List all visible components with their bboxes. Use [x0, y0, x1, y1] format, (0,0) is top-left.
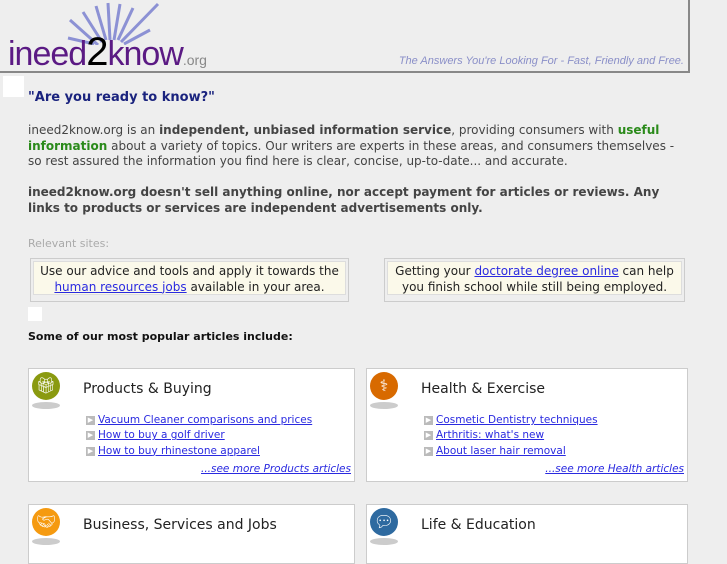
- arrow-bullet-icon: ▶: [86, 446, 95, 456]
- ad-text: Use our advice and tools and apply it to…: [40, 264, 339, 278]
- icon-shadow: [32, 538, 60, 545]
- ad-box-doctorate: Getting your doctorate degree online can…: [384, 258, 685, 302]
- text: ineed2know.org is an: [28, 123, 160, 137]
- doctorate-degree-link[interactable]: doctorate degree online: [474, 264, 618, 278]
- article-link[interactable]: About laser hair removal: [436, 445, 566, 457]
- logo-two: 2: [86, 30, 108, 74]
- site-header: ineed2know.org The Answers You're Lookin…: [0, 0, 690, 74]
- category-card-life: 💬︎ Life & Education: [366, 504, 688, 564]
- relevant-sites-label: Relevant sites:: [28, 237, 110, 250]
- icon-shadow: [32, 402, 60, 409]
- article-link[interactable]: Vacuum Cleaner comparisons and prices: [98, 414, 312, 426]
- category-card-products: 🎁︎ Products & Buying ▶ Vacuum Cleaner com…: [28, 368, 355, 482]
- logo-org: .org: [182, 52, 207, 68]
- placeholder-image: [28, 307, 42, 321]
- handshake-icon: 🤝︎: [32, 508, 60, 536]
- article-link[interactable]: How to buy rhinestone apparel: [98, 445, 260, 457]
- page-heading: "Are you ready to know?": [28, 90, 215, 105]
- intro-paragraph: ineed2know.org is an independent, unbias…: [28, 123, 688, 170]
- arrow-bullet-icon: ▶: [424, 416, 433, 425]
- article-link[interactable]: How to buy a golf driver: [98, 429, 225, 441]
- article-link[interactable]: Arthritis: what's new: [436, 429, 544, 441]
- logo-text: ineed: [8, 35, 87, 73]
- see-more-link[interactable]: ...see more Health articles: [545, 463, 684, 475]
- arrow-bullet-icon: ▶: [424, 446, 433, 456]
- category-card-health: ⚕ Health & Exercise ▶ Cosmetic Dentistry …: [366, 368, 688, 482]
- site-logo[interactable]: ineed2know.org: [8, 0, 218, 74]
- arrow-bullet-icon: ▶: [86, 431, 95, 441]
- arrow-bullet-icon: ▶: [86, 416, 95, 425]
- tagline: The Answers You're Looking For - Fast, F…: [398, 55, 684, 67]
- ad-text: available in your area.: [186, 279, 325, 294]
- popular-heading: Some of our most popular articles includ…: [28, 330, 293, 343]
- caduceus-icon: ⚕: [370, 372, 398, 400]
- card-title[interactable]: Products & Buying: [83, 381, 212, 397]
- arrow-bullet-icon: ▶: [424, 431, 433, 441]
- placeholder-image: [3, 76, 24, 97]
- category-card-business: 🤝︎ Business, Services and Jobs: [28, 504, 355, 564]
- card-title[interactable]: Business, Services and Jobs: [83, 517, 277, 533]
- text: about a variety of topics. Our writers a…: [28, 138, 675, 169]
- logo-know: know: [107, 35, 183, 73]
- speech-bubbles-icon: 💬︎: [370, 508, 398, 536]
- icon-shadow: [370, 538, 398, 545]
- ad-text: Getting your: [395, 264, 475, 278]
- text: , providing consumers with: [451, 123, 618, 137]
- ad-box-hr-jobs: Use our advice and tools and apply it to…: [30, 258, 349, 302]
- disclaimer-paragraph: ineed2know.org doesn't sell anything onl…: [28, 185, 660, 215]
- gift-icon: 🎁︎: [32, 372, 60, 400]
- hr-jobs-link[interactable]: human resources jobs: [54, 280, 186, 294]
- card-title[interactable]: Health & Exercise: [421, 381, 545, 397]
- text-bold: independent, unbiased information servic…: [159, 123, 452, 137]
- article-link[interactable]: Cosmetic Dentistry techniques: [436, 414, 598, 426]
- see-more-link[interactable]: ...see more Products articles: [201, 463, 351, 475]
- icon-shadow: [370, 402, 398, 409]
- card-title[interactable]: Life & Education: [421, 517, 536, 533]
